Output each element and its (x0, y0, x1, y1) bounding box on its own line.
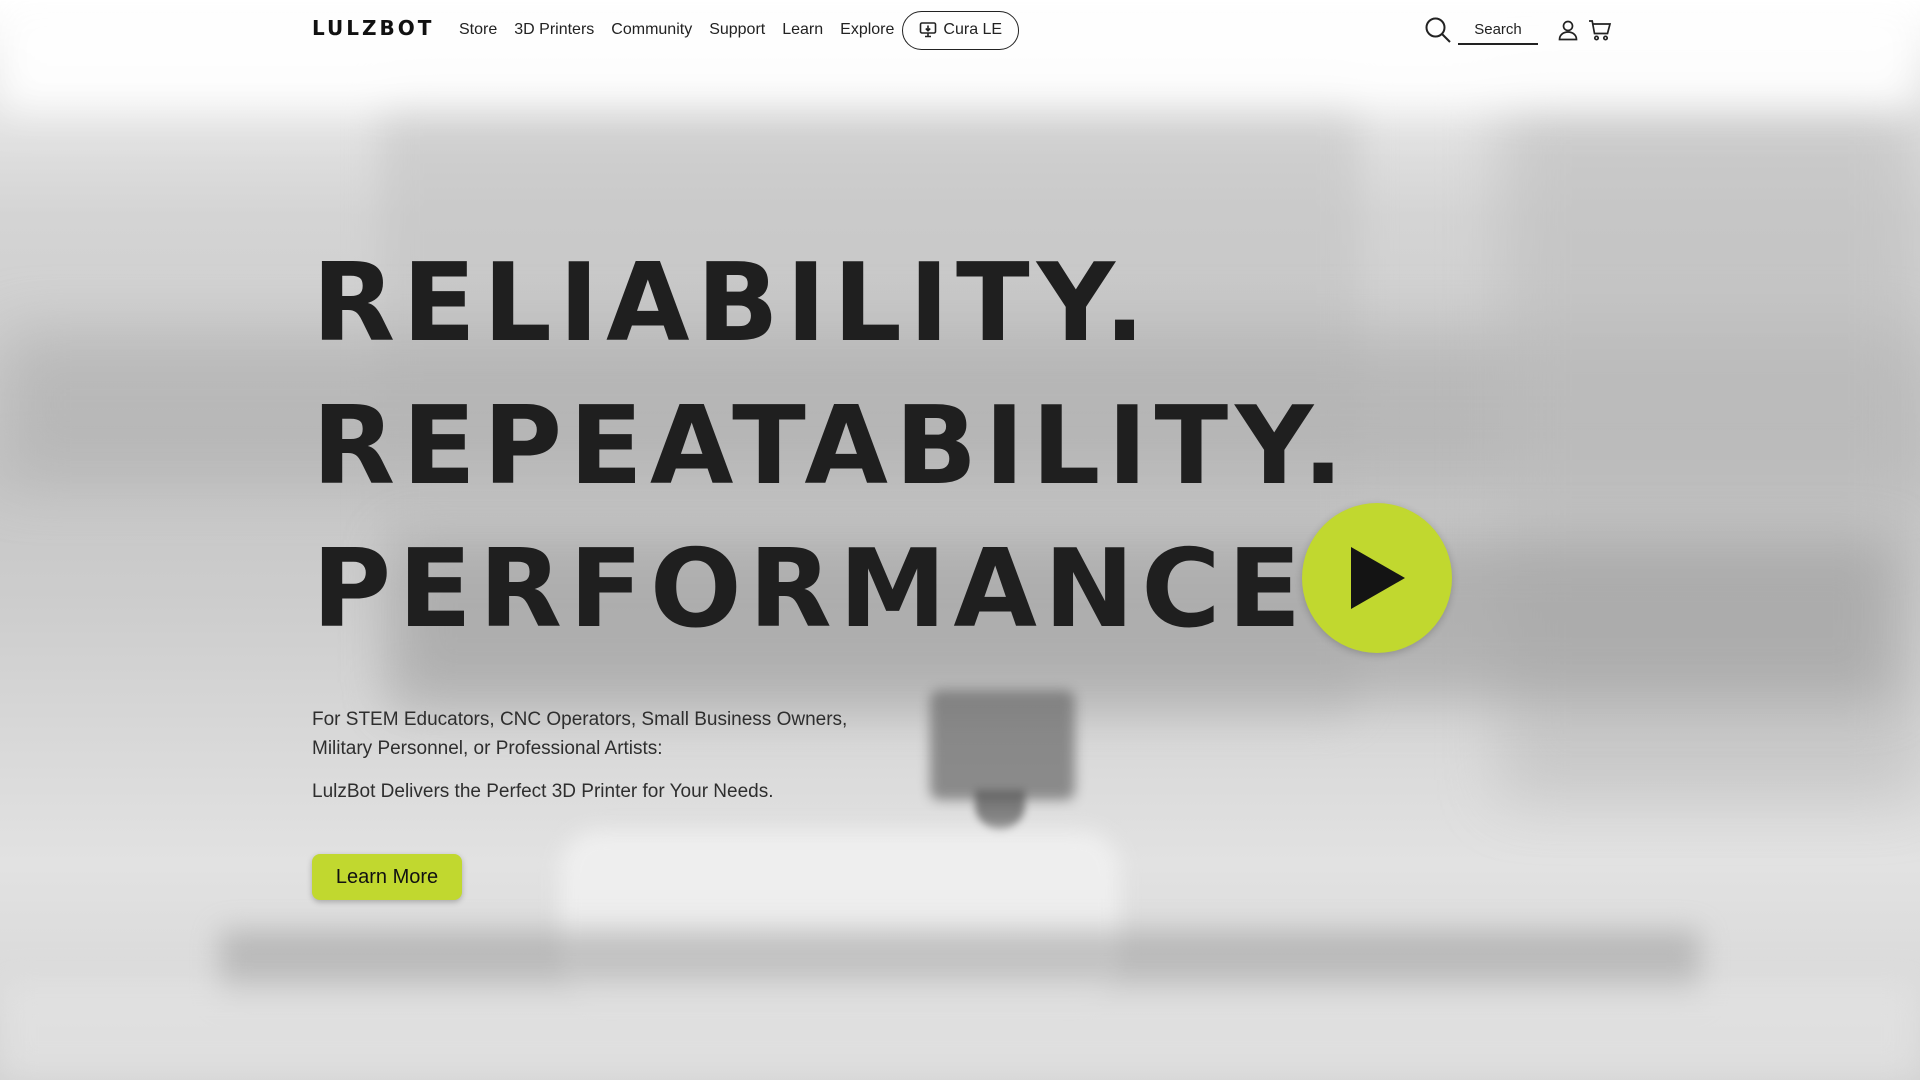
cura-le-label: Cura LE (943, 21, 1003, 38)
play-video-button[interactable] (1302, 503, 1452, 653)
desktop-download-icon (920, 22, 937, 38)
hero-subtitle: For STEM Educators, CNC Operators, Small… (312, 709, 848, 759)
headline-line-1: RELIABILITY. (312, 241, 1153, 366)
site-header: LULZBOT Store 3D Printers Community Supp… (0, 0, 1920, 60)
cart-icon[interactable] (1588, 18, 1612, 42)
nav-item-support[interactable]: Support (709, 21, 765, 39)
cura-le-button[interactable]: Cura LE (902, 10, 1020, 50)
header-actions: Search (1424, 12, 1620, 48)
headline-line-2: REPEATABILITY. (312, 384, 1351, 509)
search-input[interactable]: Search (1458, 15, 1538, 45)
hero-subtitle-2: LulzBot Delivers the Perfect 3D Printer … (312, 781, 774, 802)
nav-item-community[interactable]: Community (611, 21, 692, 39)
print-head-blur (930, 690, 1075, 800)
headline-line-3: PERFORMANCE. (312, 527, 1357, 652)
hero-headline: RELIABILITY. REPEATABILITY. PERFORMANCE. (312, 232, 1356, 661)
nav-item-learn[interactable]: Learn (782, 21, 823, 39)
nav-item-explore[interactable]: Explore (840, 21, 894, 39)
search-label: Search (1474, 20, 1522, 38)
nav-item-store[interactable]: Store (459, 21, 497, 39)
search-icon[interactable] (1424, 16, 1452, 44)
learn-more-button[interactable]: Learn More (312, 854, 462, 900)
main-nav: Store 3D Printers Community Support Lear… (459, 0, 1020, 60)
play-icon (1351, 547, 1405, 609)
lulzbot-logo[interactable]: LULZBOT (312, 16, 434, 40)
nozzle-blur (975, 790, 1025, 830)
nav-item-3d-printers[interactable]: 3D Printers (514, 21, 594, 39)
base-blur (0, 980, 1920, 1080)
user-icon[interactable] (1556, 18, 1580, 42)
